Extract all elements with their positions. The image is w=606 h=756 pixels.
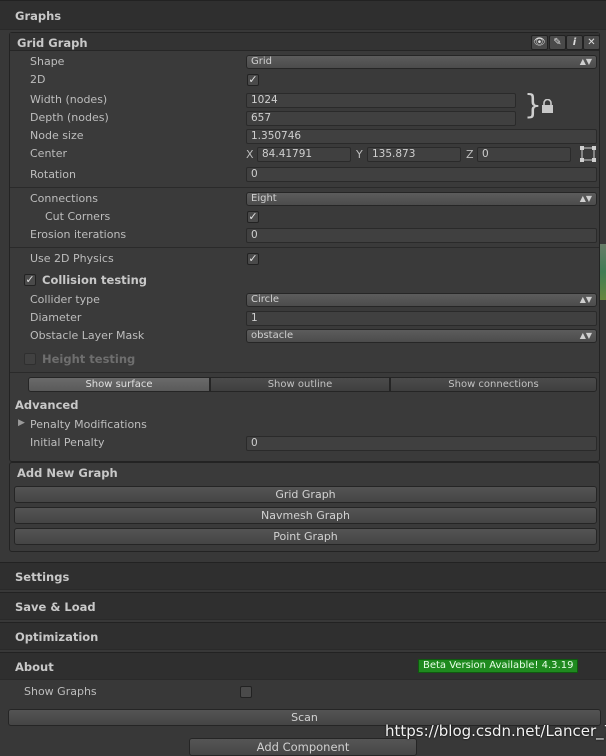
width-field[interactable]: 1024 bbox=[246, 93, 516, 108]
shape-dropdown[interactable]: Grid ▲▼ bbox=[246, 55, 597, 69]
tab-show-connections[interactable]: Show connections bbox=[390, 377, 597, 392]
chevron-updown-icon: ▲▼ bbox=[579, 57, 592, 66]
add-point-graph-button[interactable]: Point Graph bbox=[14, 528, 597, 545]
erosion-field[interactable]: 0 bbox=[246, 228, 597, 243]
close-icon[interactable]: ✕ bbox=[583, 35, 600, 50]
center-y-label: Y bbox=[356, 148, 363, 161]
obstacle-mask-label: Obstacle Layer Mask bbox=[30, 329, 145, 342]
center-z-field[interactable]: 0 bbox=[477, 147, 571, 162]
penalty-modifications-foldout[interactable]: Penalty Modifications bbox=[30, 418, 147, 432]
chevron-updown-icon: ▲▼ bbox=[579, 295, 592, 304]
pencil-icon[interactable]: ✎ bbox=[549, 35, 566, 50]
center-x-label: X bbox=[246, 148, 254, 161]
grid-graph-titlebar bbox=[10, 33, 599, 51]
show-graphs-checkbox[interactable] bbox=[240, 686, 252, 698]
depth-field[interactable]: 657 bbox=[246, 111, 516, 126]
add-navmesh-graph-button[interactable]: Navmesh Graph bbox=[14, 507, 597, 524]
grid-graph-title: Grid Graph bbox=[17, 36, 88, 50]
use-2d-physics-label: Use 2D Physics bbox=[30, 252, 114, 265]
scrollbar-thumb[interactable] bbox=[600, 244, 606, 300]
initial-penalty-field[interactable]: 0 bbox=[246, 436, 597, 451]
obstacle-mask-dropdown[interactable]: obstacle ▲▼ bbox=[246, 329, 597, 343]
shape-value: Grid bbox=[251, 56, 272, 67]
eye-icon[interactable]: 👁 bbox=[531, 35, 548, 50]
separator bbox=[10, 187, 599, 188]
snap-center-icon[interactable] bbox=[579, 145, 597, 166]
connections-dropdown[interactable]: Eight ▲▼ bbox=[246, 192, 597, 206]
depth-label: Depth (nodes) bbox=[30, 111, 109, 124]
width-label: Width (nodes) bbox=[30, 93, 108, 106]
initial-penalty-label: Initial Penalty bbox=[30, 436, 105, 449]
twod-checkbox[interactable]: ✓ bbox=[247, 74, 259, 86]
save-load-header[interactable]: Save & Load bbox=[0, 592, 606, 620]
separator bbox=[10, 372, 599, 373]
height-testing-label: Height testing bbox=[42, 352, 136, 366]
center-x-field[interactable]: 84.41791 bbox=[257, 147, 351, 162]
collision-testing-label: Collision testing bbox=[42, 273, 148, 287]
beta-version-badge[interactable]: Beta Version Available! 4.3.19 bbox=[418, 659, 579, 673]
collider-type-dropdown[interactable]: Circle ▲▼ bbox=[246, 293, 597, 307]
node-size-field[interactable]: 1.350746 bbox=[246, 129, 597, 144]
node-size-label: Node size bbox=[30, 129, 84, 142]
cut-corners-label: Cut Corners bbox=[45, 210, 111, 223]
settings-header[interactable]: Settings bbox=[0, 562, 606, 590]
height-testing-checkbox[interactable] bbox=[24, 353, 36, 365]
chevron-updown-icon: ▲▼ bbox=[579, 331, 592, 340]
diameter-field[interactable]: 1 bbox=[246, 311, 597, 326]
cut-corners-checkbox[interactable]: ✓ bbox=[247, 211, 259, 223]
add-new-graph-title: Add New Graph bbox=[17, 466, 118, 480]
twod-label: 2D bbox=[30, 73, 46, 86]
show-graphs-label: Show Graphs bbox=[24, 685, 97, 698]
optimization-header[interactable]: Optimization bbox=[0, 622, 606, 650]
collider-type-value: Circle bbox=[251, 294, 280, 305]
collider-type-label: Collider type bbox=[30, 293, 100, 306]
use-2d-physics-checkbox[interactable]: ✓ bbox=[247, 253, 259, 265]
info-icon[interactable]: i bbox=[566, 35, 583, 50]
add-component-button[interactable]: Add Component bbox=[189, 738, 417, 756]
chevron-updown-icon: ▲▼ bbox=[579, 194, 592, 203]
erosion-label: Erosion iterations bbox=[30, 228, 127, 241]
tab-show-outline[interactable]: Show outline bbox=[210, 377, 390, 392]
triangle-right-icon[interactable]: ▶ bbox=[18, 418, 25, 428]
rotation-field[interactable]: 0 bbox=[246, 167, 597, 182]
center-y-field[interactable]: 135.873 bbox=[367, 147, 461, 162]
diameter-label: Diameter bbox=[30, 311, 82, 324]
separator bbox=[10, 247, 599, 248]
tab-show-surface[interactable]: Show surface bbox=[28, 377, 210, 392]
collision-testing-checkbox[interactable]: ✓ bbox=[24, 274, 36, 286]
obstacle-mask-value: obstacle bbox=[251, 330, 294, 341]
graphs-header[interactable]: Graphs bbox=[0, 0, 606, 30]
watermark-text: https://blog.csdn.net/Lancer_7 bbox=[385, 722, 606, 740]
connections-value: Eight bbox=[251, 193, 277, 204]
connections-label: Connections bbox=[30, 192, 98, 205]
center-label: Center bbox=[30, 147, 68, 160]
brace-icon: } bbox=[524, 88, 542, 121]
lock-icon[interactable] bbox=[541, 98, 554, 117]
advanced-heading: Advanced bbox=[15, 398, 79, 412]
rotation-label: Rotation bbox=[30, 168, 77, 181]
center-z-label: Z bbox=[466, 148, 474, 161]
add-grid-graph-button[interactable]: Grid Graph bbox=[14, 486, 597, 503]
shape-label: Shape bbox=[30, 55, 65, 68]
